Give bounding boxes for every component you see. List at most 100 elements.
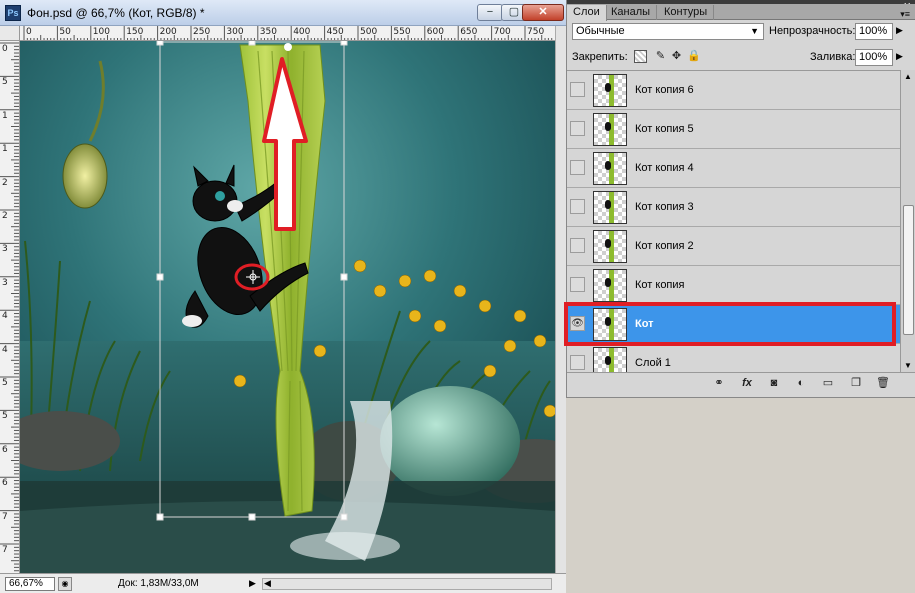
tab-channels[interactable]: Каналы [605, 5, 658, 20]
visibility-toggle-empty[interactable] [570, 82, 585, 97]
layer-row[interactable]: Кот копия 4 [567, 149, 900, 188]
scroll-up-icon[interactable]: ▲ [904, 72, 912, 81]
document-title: Фон.psd @ 66,7% (Кот, RGB/8) * [27, 6, 205, 20]
fill-input[interactable]: 100% [855, 49, 893, 66]
ruler-tick-label: 5 [2, 411, 8, 422]
thumbnail-cat-shape [605, 83, 611, 92]
blend-mode-value: Обычные [576, 25, 625, 37]
ruler-tick-label: 350 [259, 27, 277, 37]
layers-panel-footer: ⚭ fx ◙ ◐ ▭ ❐ 🗑 [567, 372, 915, 392]
tab-layers[interactable]: Слои [567, 5, 607, 21]
layer-thumbnail[interactable] [593, 74, 627, 107]
chevron-down-icon: ▼ [750, 26, 759, 36]
scroll-left-icon[interactable]: ◀ [264, 578, 271, 589]
layer-name: Кот [635, 318, 654, 330]
ruler-tick-label: 2 [2, 177, 8, 188]
group-icon[interactable]: ▭ [820, 376, 836, 390]
blend-mode-select[interactable]: Обычные ▼ [572, 23, 764, 40]
panel-tab-row: Слои Каналы Контуры ▾≡ [567, 4, 915, 21]
fill-slider-arrow-icon[interactable]: ▶ [896, 51, 903, 62]
opacity-label: Непрозрачность: [769, 25, 856, 37]
ruler-tick-label: 50 [59, 27, 71, 37]
new-layer-icon[interactable]: ❐ [848, 376, 864, 390]
eye-visibility-icon[interactable]: 👁 [570, 316, 585, 331]
lock-transparency-icon[interactable] [634, 50, 647, 63]
layer-name: Кот копия [635, 279, 685, 291]
ruler-tick-label: 1 [2, 110, 8, 121]
lock-label: Закрепить: [572, 51, 628, 63]
ruler-tick-label: 400 [293, 27, 311, 37]
lock-all-padlock-icon[interactable]: 🔒 [687, 50, 701, 63]
panel-menu-icon[interactable]: ▾≡ [900, 9, 910, 20]
document-vertical-scrollbar[interactable] [555, 26, 566, 573]
ruler-tick-label: 1 [2, 144, 8, 155]
visibility-toggle-empty[interactable] [570, 121, 585, 136]
photoshop-icon: Ps [5, 5, 21, 21]
ruler-tick-label: 200 [159, 27, 177, 37]
layer-name: Кот копия 2 [635, 240, 694, 252]
visibility-toggle-empty[interactable] [570, 355, 585, 370]
layer-thumbnail[interactable] [593, 347, 627, 372]
trash-icon[interactable]: 🗑 [875, 376, 891, 390]
horizontal-ruler[interactable]: 0 50 100 150 200 250 300 350 400 450 500 550 600 650 7… [20, 26, 555, 41]
visibility-toggle-empty[interactable] [570, 238, 585, 253]
ruler-tick-label: 4 [2, 344, 8, 355]
ruler-tick-label: 500 [360, 27, 378, 37]
adjustment-icon[interactable]: ◐ [793, 376, 809, 390]
status-options-icon[interactable]: ◉ [58, 577, 72, 591]
document-window: Ps Фон.psd @ 66,7% (Кот, RGB/8) * − ▢ ✕ … [0, 0, 566, 593]
layer-thumbnail[interactable] [593, 191, 627, 224]
thumbnail-cat-shape [605, 278, 611, 287]
visibility-toggle-empty[interactable] [570, 199, 585, 214]
minimize-button[interactable]: − [477, 4, 503, 21]
opacity-input[interactable]: 100% [855, 23, 893, 40]
zoom-level-field[interactable]: 66,67% [5, 577, 55, 591]
layer-name: Кот копия 4 [635, 162, 694, 174]
lock-pixels-brush-icon[interactable]: ✎ [654, 50, 667, 63]
ruler-tick-label: 700 [493, 27, 511, 37]
ruler-tick-label: 5 [2, 378, 8, 388]
layers-list: Кот копия 6 Кот копия 5 Кот копия 4 Кот коп… [567, 70, 900, 372]
lock-position-move-icon[interactable]: ✥ [670, 50, 683, 63]
link-icon[interactable]: ⚭ [711, 376, 727, 390]
vertical-ruler[interactable]: 0 5 1 1 2 2 3 3 4 4 5 5 6 6 7 7 [0, 41, 20, 573]
scroll-down-icon[interactable]: ▼ [904, 361, 912, 370]
status-menu-arrow-icon[interactable]: ▶ [249, 578, 256, 589]
tab-paths[interactable]: Контуры [658, 5, 715, 20]
layer-thumbnail[interactable] [593, 269, 627, 302]
document-titlebar[interactable]: Ps Фон.psd @ 66,7% (Кот, RGB/8) * − ▢ ✕ [0, 0, 566, 26]
layer-row[interactable]: Кот копия 5 [567, 110, 900, 149]
layer-name: Кот копия 5 [635, 123, 694, 135]
ruler-tick-label: 0 [2, 44, 8, 54]
layer-row[interactable]: 👁 Кот [567, 305, 900, 344]
artwork-image [20, 41, 555, 573]
canvas-artwork[interactable] [20, 41, 555, 573]
ruler-corner[interactable] [0, 26, 20, 41]
ruler-tick-label: 450 [326, 27, 344, 37]
document-statusbar: 66,67% ◉ Док: 1,83M/33,0M ▶ ◀ [0, 573, 566, 593]
fx-icon[interactable]: fx [739, 376, 755, 390]
ruler-tick-label: 750 [527, 27, 545, 37]
layers-scrollbar[interactable]: ▲ ▼ [900, 70, 915, 372]
layer-row[interactable]: Кот копия [567, 266, 900, 305]
layer-row[interactable]: Кот копия 2 [567, 227, 900, 266]
layer-name: Кот копия 6 [635, 84, 694, 96]
document-horizontal-scrollbar[interactable]: ◀ [262, 578, 552, 590]
scroll-thumb[interactable] [903, 205, 914, 335]
visibility-toggle-empty[interactable] [570, 160, 585, 175]
layer-row[interactable]: Кот копия 6 [567, 71, 900, 110]
layer-thumbnail[interactable] [593, 230, 627, 263]
layer-thumbnail[interactable] [593, 308, 627, 341]
layer-row[interactable]: Кот копия 3 [567, 188, 900, 227]
visibility-toggle-empty[interactable] [570, 277, 585, 292]
close-button[interactable]: ✕ [522, 4, 564, 21]
opacity-slider-arrow-icon[interactable]: ▶ [896, 25, 903, 36]
ruler-tick-label: 6 [2, 444, 8, 455]
ruler-tick-label: 4 [2, 311, 8, 322]
layer-row[interactable]: Слой 1 [567, 344, 900, 372]
layer-name: Слой 1 [635, 357, 671, 369]
mask-icon[interactable]: ◙ [766, 376, 782, 390]
layer-thumbnail[interactable] [593, 113, 627, 146]
layer-thumbnail[interactable] [593, 152, 627, 185]
ruler-tick-label: 7 [2, 545, 8, 555]
